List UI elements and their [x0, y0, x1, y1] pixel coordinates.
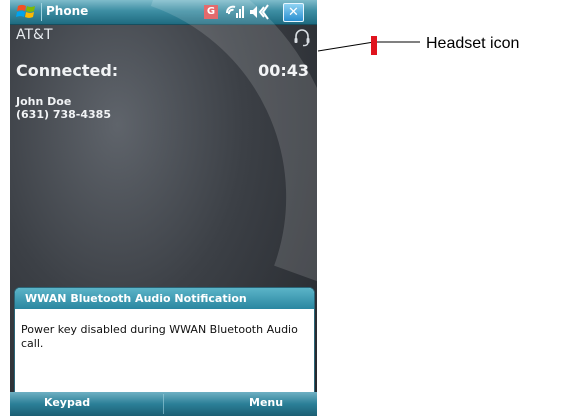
menu-softkey[interactable]: Menu — [249, 396, 283, 409]
callout-marker — [371, 36, 377, 55]
windows-start-icon[interactable] — [16, 3, 38, 21]
title-bar: Phone G ✕ — [10, 0, 317, 25]
headset-icon — [294, 29, 310, 47]
callout-label: Headset icon — [426, 35, 520, 52]
softkey-bar: Keypad Menu — [10, 392, 317, 416]
close-button[interactable]: ✕ — [283, 3, 304, 22]
caller-number: (631) 738-4385 — [16, 108, 111, 121]
caller-name: John Doe — [16, 95, 72, 108]
carrier-name: AT&T — [16, 27, 53, 43]
softkey-separator — [163, 394, 164, 414]
signal-icon[interactable] — [224, 3, 244, 21]
title-separator — [41, 3, 42, 21]
close-icon: ✕ — [288, 5, 299, 20]
keypad-softkey[interactable]: Keypad — [44, 396, 90, 409]
call-status: Connected: — [16, 61, 119, 80]
volume-icon[interactable] — [248, 3, 270, 21]
gprs-icon[interactable]: G — [204, 5, 218, 19]
notification-message: Power key disabled during WWAN Bluetooth… — [21, 323, 298, 350]
phone-screen: Phone G ✕ AT&T Connected: 00:43 John Doe… — [10, 0, 317, 416]
call-timer: 00:43 — [258, 61, 309, 80]
notification-bubble[interactable]: WWAN Bluetooth Audio Notification Power … — [14, 287, 315, 393]
app-title: Phone — [46, 4, 89, 18]
notification-title: WWAN Bluetooth Audio Notification — [15, 288, 314, 309]
